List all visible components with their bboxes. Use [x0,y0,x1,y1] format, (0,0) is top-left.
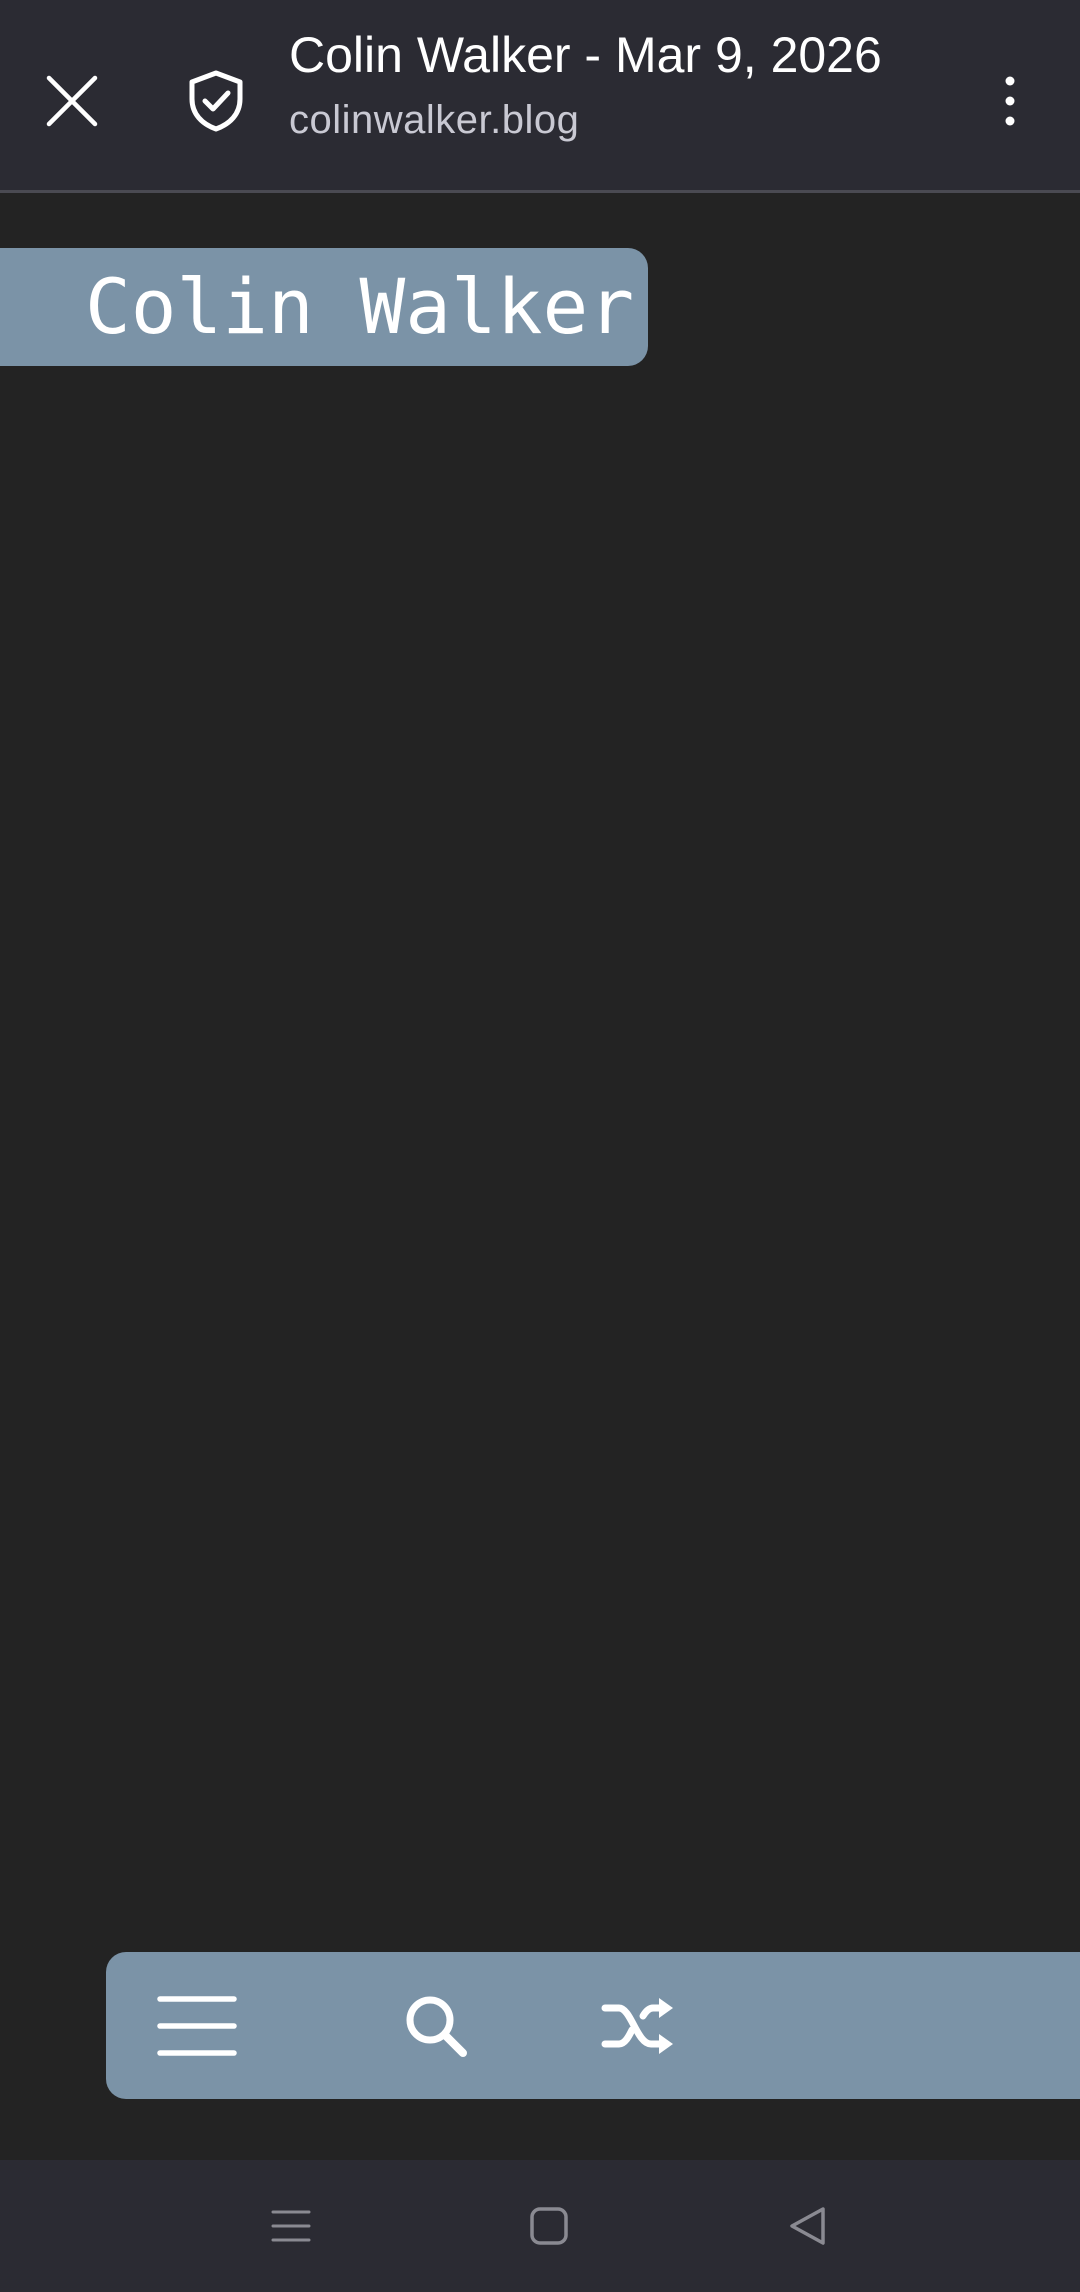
page-title: Colin Walker - Mar 9, 2026 [289,27,882,83]
back-button[interactable] [757,2176,857,2276]
shield-check-icon [189,70,243,132]
close-icon [46,75,98,127]
shuffle-icon [601,1997,673,2054]
title-block[interactable]: Colin Walker - Mar 9, 2026 colinwalker.b… [289,22,969,148]
more-vert-icon [1005,76,1015,126]
recents-icon [271,2210,311,2242]
recents-button[interactable] [241,2176,341,2276]
close-button[interactable] [28,57,116,145]
system-nav-bar [0,2160,1080,2292]
home-icon [530,2207,568,2245]
site-security-button[interactable] [172,57,260,145]
menu-button[interactable] [137,1952,257,2099]
home-button[interactable] [499,2176,599,2276]
page-url: colinwalker.blog [289,98,580,142]
site-header[interactable]: Colin Walker [0,248,648,366]
back-icon [790,2207,825,2245]
hamburger-menu-icon [157,1995,237,2056]
more-options-button[interactable] [966,57,1054,145]
search-button[interactable] [376,1952,496,2099]
browser-toolbar: Colin Walker - Mar 9, 2026 colinwalker.b… [0,0,1080,193]
floating-nav-bar [106,1952,1080,2099]
screen: Colin Walker - Mar 9, 2026 colinwalker.b… [0,0,1080,2292]
random-post-button[interactable] [579,1952,699,2099]
site-name: Colin Walker [85,262,635,351]
search-icon [406,1996,467,2057]
